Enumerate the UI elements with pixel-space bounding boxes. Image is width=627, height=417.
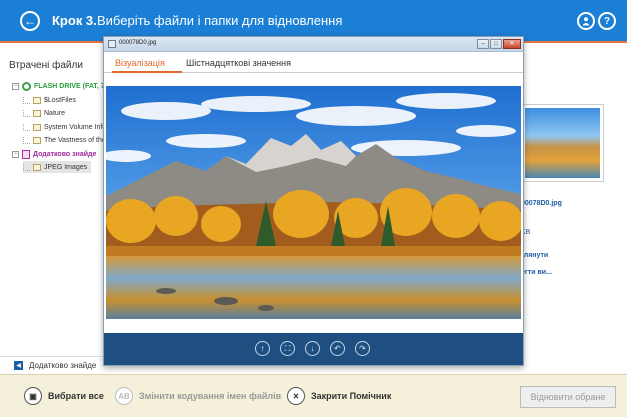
tree-item-label: Nature	[44, 109, 66, 117]
extra-found-bar[interactable]: ◀ Додатково знайде	[0, 356, 105, 374]
drive-icon	[22, 81, 31, 91]
active-tab-indicator	[112, 71, 182, 73]
close-icon: ✕	[287, 387, 305, 405]
user-icon	[582, 17, 590, 26]
arrow-down-icon: ↓	[310, 343, 315, 353]
fit-button[interactable]: ⛶	[280, 341, 295, 356]
preview-tabs: Візуалізація Шістнадцяткові значення	[104, 52, 523, 73]
tree-item-extra-found[interactable]: − Додатково знайде	[12, 148, 96, 160]
tree-item-label: FLASH DRIVE (FAT, 7	[34, 82, 105, 90]
collapse-icon[interactable]: −	[12, 82, 19, 90]
extra-found-icon	[22, 149, 30, 159]
tree-item-nature[interactable]: Nature	[23, 107, 65, 119]
rotate-left-icon: ↶	[334, 343, 341, 353]
arrow-up-icon: ↑	[260, 343, 265, 353]
bottom-toolbar: ▣ Вибрати все AB Змінити кодування імен …	[0, 374, 627, 417]
tree-item-system-volume[interactable]: System Volume Infor	[23, 121, 109, 133]
preview-link[interactable]: глянути	[521, 252, 548, 259]
maximize-button[interactable]: □	[490, 39, 502, 49]
user-button[interactable]	[577, 12, 595, 30]
tree-item-label: Додатково знайде	[33, 150, 97, 158]
extra-found-label: Додатково знайде	[29, 361, 97, 370]
selected-filename: 00078D0.jpg	[521, 200, 562, 207]
close-wizard-label: Закрити Помічник	[311, 391, 392, 401]
tree-item-jpeg-images[interactable]: JPEG Images	[23, 161, 92, 173]
change-encoding-button[interactable]: AB Змінити кодування імен файлів	[115, 387, 281, 405]
file-thumbnail[interactable]	[521, 104, 604, 182]
select-all-label: Вибрати все	[48, 391, 104, 401]
folder-icon	[33, 163, 41, 171]
image-file-icon	[108, 40, 116, 48]
preview-titlebar[interactable]: 000078D0.jpg – □ ✕	[104, 37, 523, 52]
minimize-button[interactable]: –	[477, 39, 489, 49]
tree-item-label: The Vastness of the	[44, 136, 106, 144]
tree-item-vastness[interactable]: The Vastness of the	[23, 134, 106, 146]
tree-item-label: JPEG Images	[44, 163, 88, 171]
encoding-icon: AB	[115, 387, 133, 405]
tab-hex[interactable]: Шістнадцяткові значення	[186, 58, 291, 68]
close-window-button[interactable]: ✕	[503, 39, 521, 49]
select-all-button[interactable]: ▣ Вибрати все	[24, 387, 104, 405]
folder-icon	[33, 109, 41, 117]
rotate-right-button[interactable]: ↷	[355, 341, 370, 356]
minimize-icon: –	[481, 41, 485, 47]
help-icon: ?	[603, 15, 611, 27]
fit-icon: ⛶	[284, 343, 291, 353]
folder-icon	[33, 136, 41, 144]
app-header: ← Крок 3. Виберіть файли і папки для від…	[0, 0, 627, 41]
step-title: Виберіть файли і папки для відновлення	[97, 13, 343, 28]
preview-toolbar: ↑ ⛶ ↓ ↶ ↷	[104, 333, 523, 365]
change-encoding-label: Змінити кодування імен файлів	[139, 391, 282, 401]
prev-button[interactable]: ↑	[255, 341, 270, 356]
collapse-icon[interactable]: −	[12, 150, 19, 158]
tree-item-lostfiles[interactable]: $LostFiles	[23, 94, 76, 106]
tree-item-label: $LostFiles	[44, 96, 76, 104]
tree-item-label: System Volume Infor	[44, 123, 109, 131]
folder-icon	[33, 123, 41, 131]
arrow-left-icon: ←	[24, 14, 36, 28]
close-icon: ✕	[509, 41, 515, 47]
thumbnail-image	[525, 108, 600, 178]
rotate-left-button[interactable]: ↶	[330, 341, 345, 356]
folder-icon	[33, 96, 41, 104]
select-all-icon: ▣	[24, 387, 42, 405]
restore-link[interactable]: егти ви...	[521, 269, 552, 276]
next-button[interactable]: ↓	[305, 341, 320, 356]
preview-title: 000078D0.jpg	[119, 40, 157, 46]
help-button[interactable]: ?	[598, 12, 616, 30]
restore-selected-button[interactable]: Відновити обране	[520, 386, 616, 408]
tree-item-drive[interactable]: − FLASH DRIVE (FAT, 7	[12, 80, 105, 92]
close-wizard-button[interactable]: ✕ Закрити Помічник	[287, 387, 391, 405]
tab-visualization[interactable]: Візуалізація	[115, 58, 165, 68]
rotate-right-icon: ↷	[359, 343, 366, 353]
triangle-left-icon: ◀	[14, 361, 23, 370]
step-label: Крок 3.	[52, 13, 97, 28]
maximize-icon: □	[494, 41, 498, 47]
lost-files-title: Втрачені файли	[9, 60, 83, 71]
back-button[interactable]: ←	[20, 11, 40, 31]
preview-window: 000078D0.jpg – □ ✕ Візуалізація Шістнадц…	[103, 36, 524, 366]
preview-image	[106, 86, 521, 319]
